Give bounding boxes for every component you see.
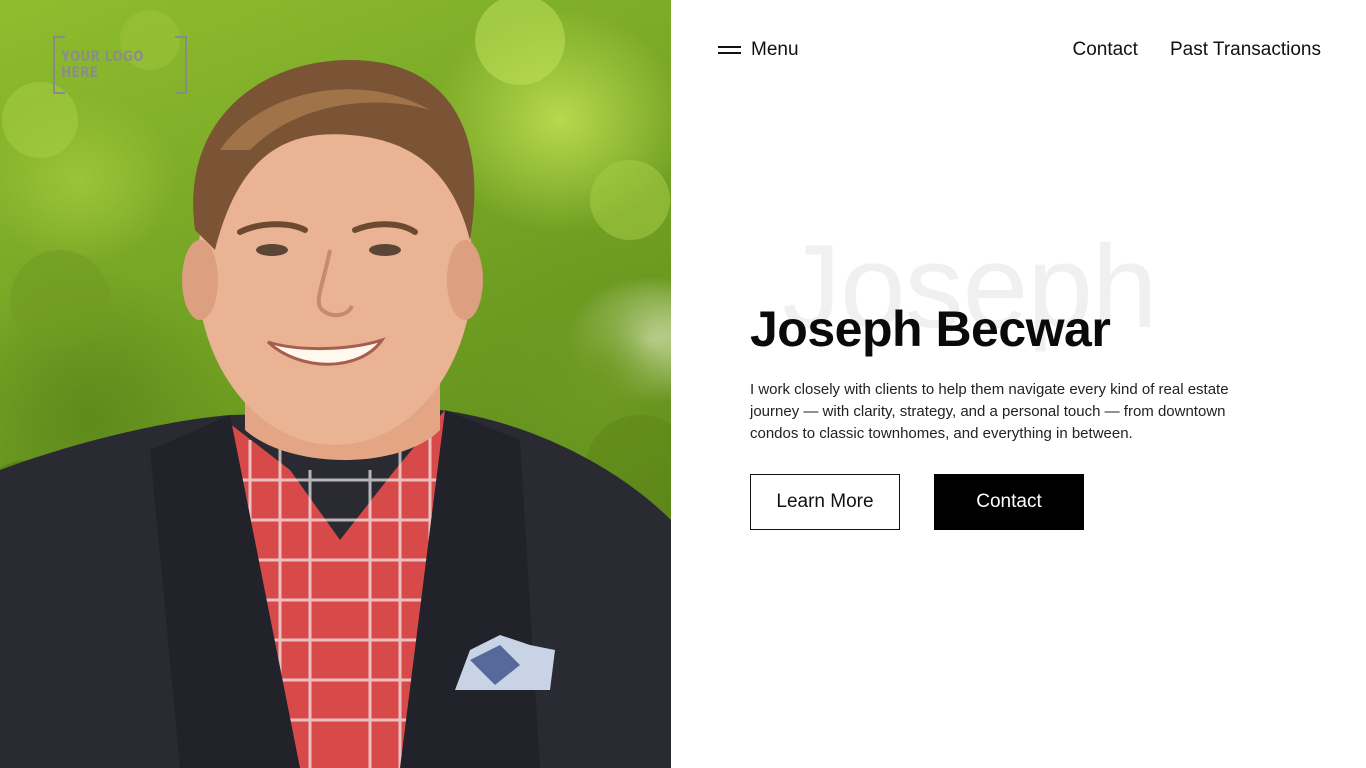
site-logo[interactable]: YOUR LOGO HERE [53, 36, 187, 94]
hero-description: I work closely with clients to help them… [750, 381, 1229, 442]
learn-more-button[interactable]: Learn More [750, 474, 900, 530]
menu-label: Menu [751, 39, 799, 60]
logo-right-bracket [175, 36, 187, 94]
nav-link-past-transactions[interactable]: Past Transactions [1170, 39, 1321, 61]
agent-portrait-illustration [0, 0, 671, 768]
hero-title: Joseph Becwar [750, 301, 1111, 357]
top-nav: Contact Past Transactions [1072, 37, 1321, 63]
logo-text: YOUR LOGO HERE [61, 49, 144, 81]
landing-page: YOUR LOGO HERE Menu Contact Past Transac… [0, 0, 1366, 768]
menu-button[interactable]: Menu [718, 37, 799, 63]
nav-link-contact[interactable]: Contact [1072, 39, 1137, 61]
agent-photo: YOUR LOGO HERE [0, 0, 671, 768]
hamburger-icon [718, 46, 741, 54]
contact-button[interactable]: Contact [934, 474, 1084, 530]
